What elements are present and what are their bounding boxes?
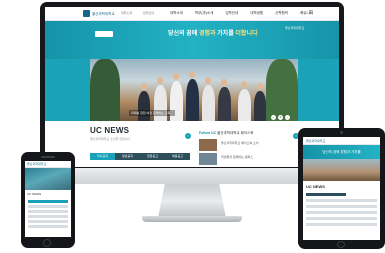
hero-photo-students [90, 59, 298, 121]
nav-item-campus-life[interactable]: 대학생활 [250, 11, 263, 16]
monitor-stand-neck [158, 184, 226, 218]
nav-item-about[interactable]: 대학소개 [170, 11, 183, 16]
hero-caption: 미래를 향한 여정 함께하는 교육 [129, 110, 175, 116]
carousel-prev-icon[interactable]: ‹ [185, 133, 191, 139]
hero-side-panel [298, 59, 339, 121]
facebook-feed-name: 울산과학대학교 페이스북 [217, 131, 254, 135]
news-title: UC NEWS [90, 126, 130, 135]
hero-side-panel [45, 59, 90, 121]
hero-slogan-highlight-2: 더합니다 [235, 31, 258, 37]
phone-screen: 울산과학대학교 UC NEWS [25, 161, 71, 237]
hero-photo-person [254, 91, 266, 121]
nav-item-departments[interactable]: 학부(과)소개 [195, 11, 213, 16]
facebook-post-thumbnail [199, 153, 217, 165]
tablet-hero-slogan: 당신의 꿈에 경험과 가치를 [303, 145, 380, 159]
tablet-news-title: UC NEWS [306, 184, 325, 189]
nav-item-admission[interactable]: 입학안내 [225, 11, 238, 16]
phone-news-item [28, 220, 68, 223]
hero-photo-person [238, 89, 251, 121]
hero-slogan-highlight-1: 경험과 [198, 31, 216, 37]
tablet-camera [340, 131, 343, 134]
top-link-1[interactable]: 대학소개 [121, 11, 132, 15]
hero-slogan-mid: 가치를 [215, 31, 236, 37]
desktop-screen: 울산과학대학교 대학소개 입학안내 대학소개 학부(과)소개 입학안내 대학생활… [45, 7, 339, 167]
monitor-stand-foot [142, 216, 242, 222]
phone-home-button [43, 239, 51, 247]
phone-site-header: 울산과학대학교 [25, 161, 71, 168]
hero-corner-text: 울산과학대학교 [285, 26, 305, 30]
facebook-feed-title: Follow UC 울산과학대학교 페이스북 [199, 131, 295, 136]
facebook-feed-prefix: Follow UC [199, 131, 217, 135]
facebook-feed: Follow UC 울산과학대학교 페이스북 울산과학대학교 페이스북 소식 학… [199, 131, 295, 167]
tab-academic-notice[interactable]: 학사공지 [90, 153, 115, 160]
hero-banner: 당신의 꿈에 경험과 가치를 더합니다 울산과학대학교 미래를 향한 여정 함께… [45, 21, 339, 121]
tablet-news-item [306, 205, 377, 208]
tablet-site-header: 울산과학대학교 [303, 137, 380, 145]
facebook-post-text: 울산과학대학교 페이스북 소식 [221, 141, 259, 145]
phone-hero-image [25, 168, 71, 190]
hero-photo-tree [266, 59, 298, 121]
search-icon[interactable]: ⌕ [299, 10, 305, 16]
phone-news-tabs [28, 200, 68, 203]
tab-recruit-notice[interactable]: 채용공고 [165, 153, 190, 160]
logo-emblem-icon [83, 10, 90, 17]
tablet: 울산과학대학교 당신의 꿈에 경험과 가치를 UC NEWS [298, 128, 385, 249]
tablet-news-item [306, 199, 377, 202]
tablet-hero-photo [303, 159, 380, 181]
tab-bid-notice[interactable]: 입찰공고 [140, 153, 165, 160]
smartphone: 울산과학대학교 UC NEWS [21, 152, 75, 248]
hero-photo-head [141, 83, 147, 90]
tablet-home-button [337, 241, 345, 248]
hero-photo-head [157, 77, 163, 84]
hero-photo-person [202, 85, 215, 121]
logo-text: 울산과학대학교 [92, 11, 115, 16]
tablet-news-item [306, 211, 377, 214]
facebook-post-text: 학생들과 함께하는 캠퍼스 [221, 155, 254, 159]
hero-badge [95, 31, 113, 37]
hero-photo-head [241, 81, 247, 88]
site-logo[interactable]: 울산과학대학교 [83, 10, 115, 17]
hero-photo-person [138, 91, 150, 121]
tablet-news-tabs [306, 193, 346, 196]
phone-speaker [41, 156, 55, 158]
hero-photo-head [205, 77, 211, 84]
hero-prev-icon[interactable]: ‹ [271, 115, 276, 120]
facebook-post[interactable]: 울산과학대학교 페이스북 소식 [199, 139, 295, 153]
phone-news-item [28, 215, 68, 218]
top-link-2[interactable]: 입학안내 [143, 11, 154, 15]
hero-photo-person [186, 79, 199, 121]
phone-news-title: UC NEWS [27, 192, 42, 196]
hero-next-icon[interactable]: › [285, 115, 290, 120]
phone-news-item [28, 225, 68, 228]
hero-photo-head [221, 79, 227, 86]
nav-item-industry[interactable]: 산학협력 [275, 11, 288, 16]
hero-photo-head [189, 71, 195, 78]
hero-photo-tree [90, 59, 120, 121]
facebook-post[interactable]: 학생들과 함께하는 캠퍼스 [199, 153, 295, 167]
news-tabs: 학사공지 일반공지 입찰공고 채용공고 [90, 153, 190, 160]
phone-news-item [28, 210, 68, 213]
hero-pause-icon[interactable]: II [278, 115, 283, 120]
device-mockup-stage: 울산과학대학교 대학소개 입학안내 대학소개 학부(과)소개 입학안내 대학생활… [0, 0, 385, 253]
tablet-screen: 울산과학대학교 당신의 꿈에 경험과 가치를 UC NEWS [303, 137, 380, 240]
hero-photo-head [173, 73, 179, 80]
tablet-news-item [306, 217, 377, 220]
site-header: 울산과학대학교 대학소개 입학안내 대학소개 학부(과)소개 입학안내 대학생활… [45, 7, 339, 21]
facebook-post-thumbnail [199, 139, 217, 151]
main-nav: 대학소개 학부(과)소개 입학안내 대학생활 산학협력 커뮤니티 [170, 11, 313, 16]
tab-general-notice[interactable]: 일반공지 [115, 153, 140, 160]
hero-slogan-prefix: 당신의 꿈에 [168, 31, 199, 37]
hero-photo-head [257, 83, 263, 90]
news-section: UC NEWS 울산과학대학교 소식을 전합니다 학사공지 일반공지 입찰공고 … [45, 121, 339, 167]
menu-icon[interactable]: ☰ [308, 10, 314, 16]
hero-slogan: 당신의 꿈에 경험과 가치를 더합니다 [168, 28, 258, 37]
phone-news-item [28, 205, 68, 208]
tablet-news-item [306, 223, 377, 226]
news-subtitle: 울산과학대학교 소식을 전합니다 [90, 137, 131, 141]
hero-photo-person [218, 87, 231, 121]
